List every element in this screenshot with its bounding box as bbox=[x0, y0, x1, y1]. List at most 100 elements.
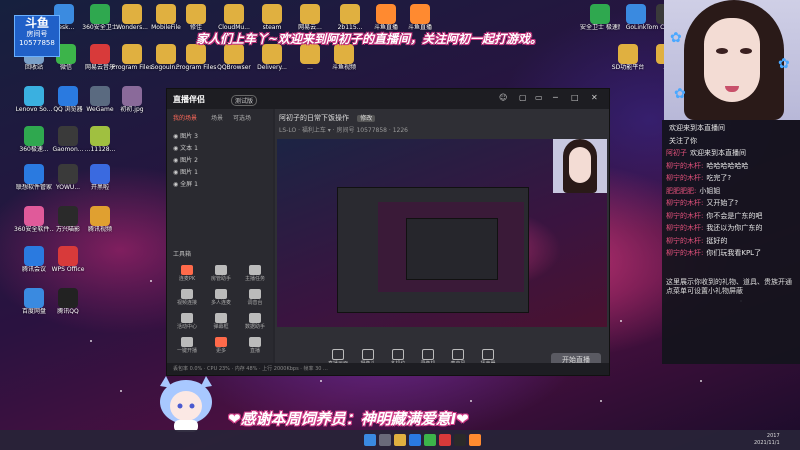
tool-button[interactable]: 一键开播 bbox=[171, 337, 203, 355]
desktop-icon[interactable]: 腾讯QQ bbox=[48, 288, 88, 316]
taskbar-app-icon[interactable] bbox=[379, 434, 391, 446]
chat-username[interactable]: 柳宁的木杆: bbox=[666, 212, 703, 220]
title-bar[interactable]: 直播伴侣 测试版 ☺ ▢ ▭ ─ □ ✕ bbox=[167, 89, 609, 109]
chat-username[interactable]: 柳宁的木杆: bbox=[666, 249, 703, 257]
desktop-icon[interactable]: CloudMu... bbox=[214, 4, 254, 32]
tool-icon bbox=[215, 289, 227, 299]
scene-layer[interactable]: ◉ 图片 1 bbox=[173, 167, 198, 176]
tool-button[interactable]: 调音台 bbox=[239, 289, 271, 307]
room-number: 10577858 bbox=[19, 39, 55, 47]
desktop-icon-label: ...11128... bbox=[84, 146, 116, 153]
star bbox=[120, 390, 122, 392]
desktop-icon[interactable]: Delivery... bbox=[252, 44, 292, 72]
tool-button[interactable]: 直播 bbox=[239, 337, 271, 355]
gift-notice: 这里展示你收到的礼物、道具、贵族开通 点菜单可设置小礼物屏蔽 bbox=[666, 278, 792, 295]
chat-message: 关注了你 bbox=[666, 137, 697, 146]
app-icon bbox=[122, 4, 142, 24]
taskbar-app-icon[interactable] bbox=[469, 434, 481, 446]
room-title: 阿初子的日常下饭操作 修改 bbox=[279, 113, 376, 123]
tab-scenes[interactable]: 场景 bbox=[211, 113, 223, 122]
app-icon bbox=[90, 126, 110, 146]
app-icon bbox=[90, 44, 110, 64]
tab-optional[interactable]: 可选场 bbox=[233, 113, 251, 122]
desktop-icon[interactable]: 修佳 bbox=[176, 4, 216, 32]
close-button[interactable]: ✕ bbox=[591, 93, 598, 102]
settings-icon[interactable]: ▭ bbox=[535, 93, 543, 102]
chat-text: 欢迎来到本直播间 bbox=[690, 149, 746, 157]
desktop-icon[interactable]: 2b115... bbox=[330, 4, 370, 32]
system-clock[interactable]: 2017 2021/11/1 bbox=[754, 433, 780, 447]
clock-time: 2017 bbox=[766, 433, 780, 439]
tool-button[interactable]: 数据助手 bbox=[239, 313, 271, 331]
tool-button[interactable]: 活动中心 bbox=[171, 313, 203, 331]
left-eye bbox=[716, 48, 728, 54]
tool-icon bbox=[215, 265, 227, 275]
chat-text: 我还以为你广东的 bbox=[706, 224, 763, 232]
desktop-icon[interactable]: 网易云... bbox=[290, 4, 330, 32]
tool-button[interactable]: 弹幕框 bbox=[205, 313, 237, 331]
desktop-icon[interactable]: Program Files bbox=[176, 44, 216, 72]
chat-username[interactable]: 柳宁的木杆: bbox=[666, 174, 703, 182]
layout-icon[interactable]: ▢ bbox=[519, 93, 527, 102]
desktop-icon[interactable]: QQBrowser bbox=[214, 44, 254, 72]
scene-layer[interactable]: ◉ 图片 2 bbox=[173, 155, 198, 164]
desktop-icon[interactable]: 腾讯视频 bbox=[80, 206, 120, 234]
desktop-icon[interactable]: 斗鱼视频 bbox=[324, 44, 364, 72]
maximize-button[interactable]: □ bbox=[571, 93, 579, 102]
avatar-icon[interactable]: ☺ bbox=[499, 93, 507, 102]
scene-layer[interactable]: ◉ 图片 3 bbox=[173, 131, 198, 140]
chat-text: 小姐姐 bbox=[699, 186, 721, 195]
start-menu-icon[interactable] bbox=[364, 434, 376, 446]
chat-text: 你们玩我看KPL了 bbox=[706, 249, 762, 257]
edit-room-button[interactable]: 修改 bbox=[357, 115, 376, 122]
tool-label: 弹幕框 bbox=[213, 324, 229, 330]
chat-text: 挺好的 bbox=[706, 236, 728, 245]
taskbar-app-icon[interactable] bbox=[439, 434, 451, 446]
preview-face bbox=[569, 147, 591, 183]
chat-username[interactable]: 阿初子 bbox=[666, 149, 687, 157]
tab-my-scenes[interactable]: 我的场景 bbox=[173, 113, 197, 122]
desktop-icon[interactable]: steam bbox=[252, 4, 292, 32]
taskbar-app-icon[interactable] bbox=[424, 434, 436, 446]
tool-label: 更多 bbox=[215, 348, 226, 354]
tool-button[interactable]: 更多 bbox=[205, 337, 237, 355]
scene-layer[interactable]: ◉ 文本 1 bbox=[173, 143, 198, 152]
desktop-icon[interactable]: SD功能平台 bbox=[608, 44, 648, 72]
tool-label: 多人连麦 bbox=[210, 300, 231, 306]
desktop-icon[interactable]: ...11128... bbox=[80, 126, 120, 154]
desktop-icon[interactable]: 初初.jpg bbox=[112, 86, 152, 114]
tool-button[interactable]: 连麦PK bbox=[171, 265, 203, 283]
chat-username[interactable]: 柳宁的木杆: bbox=[666, 162, 703, 170]
tool-button[interactable]: 主播任务 bbox=[239, 265, 271, 283]
desktop-icon-label: 斗鱼视频 bbox=[331, 64, 356, 71]
desktop-icon[interactable]: WPS Office bbox=[48, 246, 88, 274]
source-icon bbox=[482, 349, 494, 360]
taskbar-app-icon[interactable] bbox=[454, 434, 466, 446]
chat-username[interactable]: 柳宁的木杆: bbox=[666, 224, 703, 232]
tool-label: 一键开播 bbox=[176, 348, 197, 354]
tool-label: 视频连接 bbox=[176, 300, 197, 306]
tool-button[interactable]: 房管助手 bbox=[205, 265, 237, 283]
chat-username[interactable]: 柳宁的木杆: bbox=[666, 199, 703, 207]
scene-layer[interactable]: ◉ 全屏 1 bbox=[173, 179, 198, 188]
app-icon bbox=[24, 288, 44, 308]
taskbar-app-icon[interactable] bbox=[394, 434, 406, 446]
desktop-icon-label: 腾讯QQ bbox=[57, 308, 79, 315]
desktop-icon[interactable]: 安全卫士 极速版 bbox=[580, 4, 620, 32]
minimize-button[interactable]: ─ bbox=[553, 93, 558, 102]
desktop-icon[interactable]: 开黑啦 bbox=[80, 164, 120, 192]
star bbox=[150, 280, 152, 282]
chat-text: 欢迎来到本直播间 bbox=[669, 124, 725, 132]
chat-message: 柳宁的木杆: 我还以为你广东的 bbox=[666, 224, 762, 233]
live-companion-window[interactable]: 直播伴侣 测试版 ☺ ▢ ▭ ─ □ ✕ 我的场景 场景 可选场 ◉ 图片 3 ◉… bbox=[166, 88, 610, 376]
desktop-icon[interactable]: 斗鱼直播 bbox=[400, 4, 440, 32]
tool-button[interactable]: 多人连麦 bbox=[205, 289, 237, 307]
taskbar-app-icon[interactable] bbox=[409, 434, 421, 446]
chat-username[interactable]: 柳宁的木杆: bbox=[666, 237, 703, 245]
chat-message: 肥肥肥肥: 小姐姐 bbox=[666, 187, 720, 196]
app-icon bbox=[340, 4, 360, 24]
tool-button[interactable]: 视频连接 bbox=[171, 289, 203, 307]
chat-username[interactable]: 肥肥肥肥: bbox=[666, 187, 696, 195]
star bbox=[470, 400, 472, 402]
desktop-icon-label: SD功能平台 bbox=[611, 64, 645, 71]
